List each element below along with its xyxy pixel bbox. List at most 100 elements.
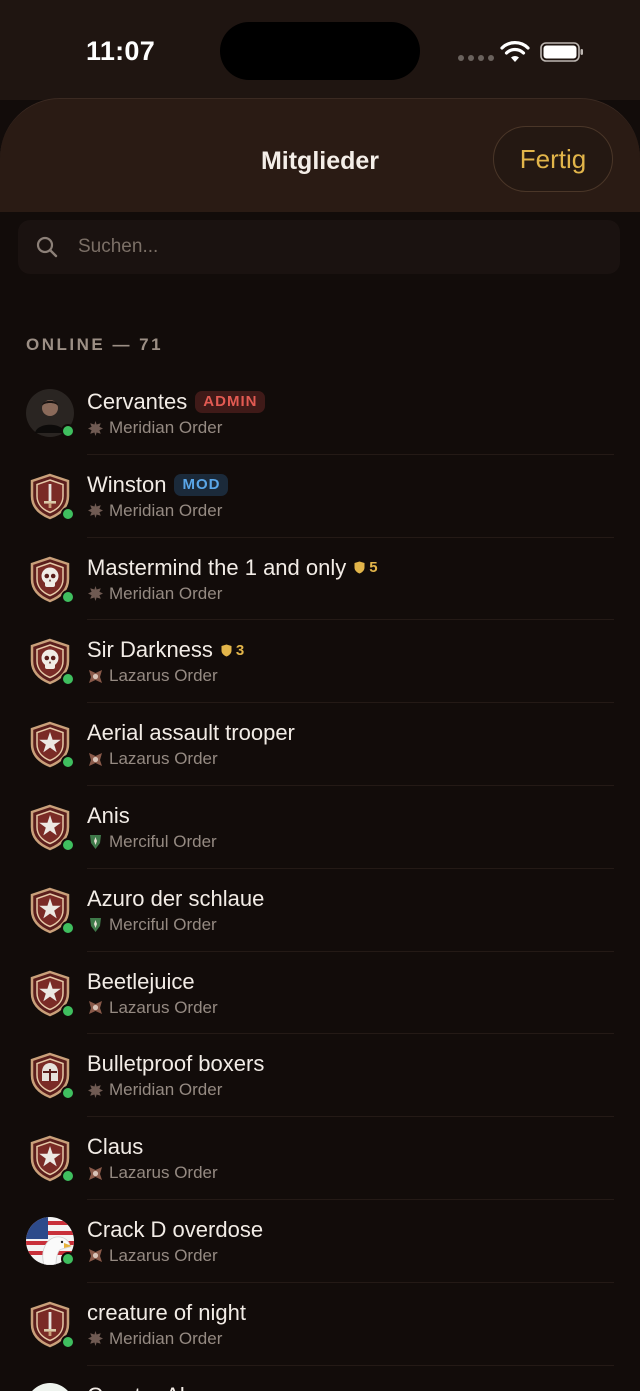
level-value: 5 xyxy=(369,559,378,577)
wifi-icon xyxy=(500,41,530,62)
member-name-line: Sir Darkness 3 xyxy=(87,637,244,663)
member-order: Lazarus Order xyxy=(109,1245,218,1265)
member-name: Claus xyxy=(87,1134,144,1160)
meridian-emblem-icon xyxy=(87,585,104,602)
member-name: Anis xyxy=(87,802,130,828)
status-bar: 11:07 xyxy=(0,0,640,100)
online-section-header: ONLINE — 71 xyxy=(26,335,164,354)
member-name: Aerial assault trooper xyxy=(87,720,295,746)
member-order-line: Lazarus Order xyxy=(87,1163,218,1183)
white-circle-avatar xyxy=(26,1382,74,1391)
member-name: Beetlejuice xyxy=(87,968,195,994)
member-order-line: Meridian Order xyxy=(87,1080,222,1100)
member-order: Lazarus Order xyxy=(109,749,218,769)
lazarus-emblem-icon xyxy=(87,1165,104,1182)
cellular-signal-icon xyxy=(458,55,494,61)
member-name-line: Claus xyxy=(87,1134,143,1160)
member-order-line: Lazarus Order xyxy=(87,1246,218,1266)
merciful-emblem-icon xyxy=(87,833,104,850)
member-row[interactable]: Bulletproof boxers Meridian Order xyxy=(0,1034,640,1118)
members-screen: 11:07 Mitglieder Fertig ONLINE — 71 Cerv… xyxy=(0,0,640,1391)
member-order: Lazarus Order xyxy=(109,1163,218,1183)
member-order-line: Meridian Order xyxy=(87,501,222,521)
member-order-line: Merciful Order xyxy=(87,832,217,852)
lazarus-emblem-icon xyxy=(87,668,104,685)
member-row[interactable]: Curator Ala xyxy=(0,1366,640,1391)
member-name-line: Azuro der schlaue xyxy=(87,886,264,912)
online-status-dot xyxy=(61,1334,75,1349)
member-order: Meridian Order xyxy=(109,1080,223,1100)
done-button[interactable]: Fertig xyxy=(493,126,613,192)
member-row[interactable]: Beetlejuice Lazarus Order xyxy=(0,952,640,1035)
member-order: Meridian Order xyxy=(109,500,223,520)
member-name-line: Cervantes ADMIN xyxy=(87,389,266,415)
online-status-dot xyxy=(61,1251,75,1266)
lazarus-emblem-icon xyxy=(87,999,104,1016)
meridian-emblem-icon xyxy=(87,1082,104,1099)
member-name: Sir Darkness xyxy=(87,637,213,663)
dynamic-island xyxy=(220,22,420,80)
member-name: Curator Ala xyxy=(87,1383,197,1391)
level-value: 3 xyxy=(235,641,245,659)
level-badge: 5 xyxy=(354,559,378,577)
member-order: Meridian Order xyxy=(109,418,223,437)
search-input[interactable] xyxy=(78,220,608,274)
member-row[interactable]: Anis Merciful Order xyxy=(0,786,640,869)
member-order: Lazarus Order xyxy=(109,666,218,686)
member-row[interactable]: Aerial assault trooper Lazarus Order xyxy=(0,703,640,786)
member-order: Merciful Order xyxy=(109,831,217,851)
status-time: 11:07 xyxy=(86,36,156,66)
member-name-line: Curator Ala xyxy=(87,1383,197,1391)
sheet-header: Mitglieder Fertig xyxy=(0,98,640,212)
member-order-line: Merciful Order xyxy=(87,915,217,935)
member-order: Meridian Order xyxy=(109,1328,223,1348)
member-row[interactable]: creature of night Meridian Order xyxy=(0,1283,640,1366)
lazarus-emblem-icon xyxy=(87,1247,104,1264)
member-name-line: creature of night xyxy=(87,1300,246,1326)
member-name: Winston xyxy=(87,471,167,497)
meridian-emblem-icon xyxy=(87,502,104,519)
online-status-dot xyxy=(61,506,75,521)
member-name: creature of night xyxy=(87,1299,246,1325)
member-name-line: Crack D overdose xyxy=(87,1217,263,1243)
member-order-line: Meridian Order xyxy=(87,584,222,604)
lazarus-emblem-icon xyxy=(87,751,104,768)
meridian-emblem-icon xyxy=(87,1330,104,1347)
member-order-line: Lazarus Order xyxy=(87,749,218,769)
member-name: Azuro der schlaue xyxy=(87,885,265,911)
merciful-emblem-icon xyxy=(87,916,104,933)
member-row[interactable]: Claus Lazarus Order xyxy=(0,1117,640,1200)
member-row[interactable]: Sir Darkness 3 Lazarus Order xyxy=(0,620,640,704)
member-order-line: Lazarus Order xyxy=(87,666,218,686)
member-row[interactable]: Cervantes ADMIN Meridian Order xyxy=(0,372,640,455)
member-name: Cervantes xyxy=(87,389,188,414)
member-order: Lazarus Order xyxy=(109,997,218,1017)
member-order: Merciful Order xyxy=(109,914,217,934)
search-icon xyxy=(36,236,58,258)
member-name: Bulletproof boxers xyxy=(87,1051,265,1077)
mod-role-badge: MOD xyxy=(174,473,229,496)
member-order: Meridian Order xyxy=(109,583,223,603)
admin-role-badge: ADMIN xyxy=(195,391,266,413)
battery-icon xyxy=(540,42,583,62)
member-list: Cervantes ADMIN Meridian Order Winston MOD M… xyxy=(0,372,640,1391)
online-status-dot xyxy=(61,424,75,438)
online-status-dot xyxy=(61,589,75,604)
member-name-line: Aerial assault trooper xyxy=(87,720,295,746)
member-order-line: Meridian Order xyxy=(87,1329,222,1349)
member-row[interactable]: Winston MOD Meridian Order xyxy=(0,455,640,538)
member-name: Crack D overdose xyxy=(87,1216,264,1242)
member-name-line: Winston MOD xyxy=(87,471,229,498)
level-badge: 3 xyxy=(221,642,244,659)
online-status-dot xyxy=(61,837,75,852)
meridian-emblem-icon xyxy=(87,420,104,437)
member-name-line: Beetlejuice xyxy=(87,969,195,995)
search-bar xyxy=(18,220,620,274)
member-row[interactable]: Azuro der schlaue Merciful Order xyxy=(0,869,640,952)
member-row[interactable]: Mastermind the 1 and only 5 Meridian Order xyxy=(0,538,640,621)
online-status-dot xyxy=(61,920,75,935)
member-row[interactable]: Crack D overdose Lazarus Order xyxy=(0,1200,640,1283)
member-order-line: Lazarus Order xyxy=(87,998,218,1018)
member-name-line: Anis xyxy=(87,803,130,829)
member-order-line: Meridian Order xyxy=(87,418,222,438)
